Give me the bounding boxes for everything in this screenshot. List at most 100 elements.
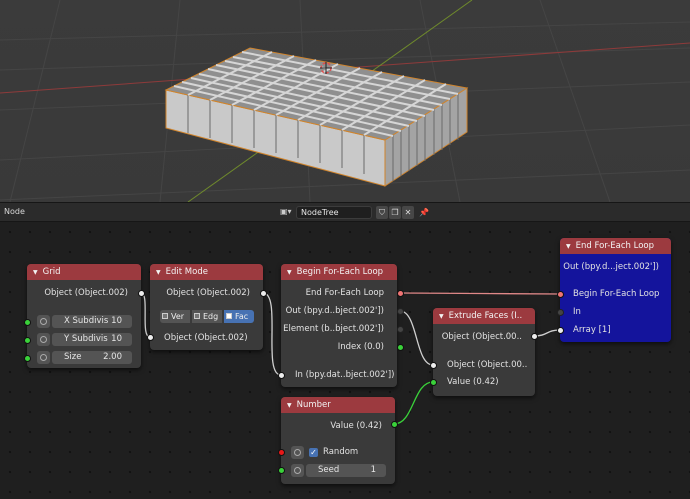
vertex-mode-icon xyxy=(162,313,168,319)
edge-mode-label: Edg xyxy=(203,312,219,321)
y-subdivisions-field[interactable]: Y Subdivis 10 xyxy=(52,333,132,346)
end-loop-array-input-socket[interactable] xyxy=(557,327,564,334)
begin-loop-input-label: In (bpy.dat..bject.002']) xyxy=(295,370,395,380)
grid-object-output-socket[interactable] xyxy=(138,290,145,297)
edit-mode-node-title: Edit Mode xyxy=(165,267,208,277)
grid-node[interactable]: ▼ Grid Object (Object.002) X Subdivis 10 Y… xyxy=(27,264,141,368)
link-begin-end-to-endloop xyxy=(399,292,561,295)
y-subdivisions-link-toggle[interactable] xyxy=(37,333,50,346)
duplicate-icon[interactable]: ❐ xyxy=(389,206,401,219)
extrude-value-input-label: Value (0.42) xyxy=(447,377,499,387)
end-loop-in-input-socket[interactable] xyxy=(557,309,564,316)
size-label: Size xyxy=(64,352,82,362)
end-loop-begin-input-socket[interactable] xyxy=(557,291,564,298)
edit-mode-node[interactable]: ▼ Edit Mode Object (Object.002) Ver Edg F… xyxy=(150,264,263,350)
extrude-object-input-label: Object (Object.00.. xyxy=(447,360,528,370)
begin-loop-node-header[interactable]: ▼ Begin For-Each Loop xyxy=(281,264,397,280)
size-link-toggle[interactable] xyxy=(37,351,50,364)
edit-mode-node-header[interactable]: ▼ Edit Mode xyxy=(150,264,263,280)
grid-y-subdivisions-socket[interactable] xyxy=(24,337,31,344)
node-tree-name-field[interactable]: NodeTree xyxy=(296,206,372,219)
edit-mode-output-label: Object (Object.002) xyxy=(166,288,250,298)
x-subdivisions-field[interactable]: X Subdivis 10 xyxy=(52,315,132,328)
end-loop-node-title: End For-Each Loop xyxy=(575,241,655,251)
begin-loop-node-title: Begin For-Each Loop xyxy=(296,267,384,277)
begin-loop-index-label: Index (0.0) xyxy=(337,342,384,352)
size-value: 2.00 xyxy=(103,352,122,362)
extrude-output-label: Object (Object.00.. xyxy=(441,332,522,342)
number-node-header[interactable]: ▼ Number xyxy=(281,397,395,413)
seed-value: 1 xyxy=(370,465,376,475)
collapse-arrow-icon[interactable]: ▼ xyxy=(156,269,161,276)
collapse-arrow-icon[interactable]: ▼ xyxy=(33,269,38,276)
begin-loop-out-socket[interactable] xyxy=(397,308,404,315)
begin-loop-end-output-socket[interactable] xyxy=(397,290,404,297)
size-field[interactable]: Size 2.00 xyxy=(52,351,132,364)
edit-mode-object-output-socket[interactable] xyxy=(260,290,267,297)
begin-loop-index-socket[interactable] xyxy=(397,344,404,351)
collapse-arrow-icon[interactable]: ▼ xyxy=(287,269,292,276)
grid-output-label: Object (Object.002) xyxy=(44,288,128,298)
link-number-to-extrude xyxy=(393,381,434,425)
random-label: Random xyxy=(323,447,359,457)
extrude-node-title: Extrude Faces (I.. xyxy=(448,311,523,321)
random-checkbox[interactable]: ✓ xyxy=(309,448,318,457)
extrude-node-header[interactable]: ▼ Extrude Faces (I.. xyxy=(433,308,535,324)
extrude-faces-node[interactable]: ▼ Extrude Faces (I.. Object (Object.00.. … xyxy=(433,308,535,396)
viewport-scene xyxy=(0,0,690,202)
edit-mode-input-label: Object (Object.002) xyxy=(164,333,248,343)
number-node-title: Number xyxy=(296,400,331,410)
link-begin-out-to-extrude xyxy=(399,310,434,366)
collapse-arrow-icon[interactable]: ▼ xyxy=(439,313,444,320)
collapse-arrow-icon[interactable]: ▼ xyxy=(287,402,292,409)
face-mode-label: Fac xyxy=(235,312,249,321)
begin-loop-element-label: Element (b..bject.002']) xyxy=(283,324,384,334)
grid-size-socket[interactable] xyxy=(24,355,31,362)
face-mode-icon xyxy=(226,313,232,319)
vertex-mode-button[interactable]: Ver xyxy=(160,310,190,323)
begin-loop-element-socket[interactable] xyxy=(397,326,404,333)
number-value-output-socket[interactable] xyxy=(391,421,398,428)
extrude-object-output-socket[interactable] xyxy=(531,333,538,340)
random-link-toggle[interactable] xyxy=(291,446,304,459)
begin-loop-end-label: End For-Each Loop xyxy=(305,288,384,298)
3d-viewport[interactable] xyxy=(0,0,690,202)
number-node[interactable]: ▼ Number Value (0.42) ✓ Random Seed 1 xyxy=(281,397,395,484)
x-subdivisions-value: 10 xyxy=(111,316,122,326)
edge-mode-button[interactable]: Edg xyxy=(192,310,222,323)
edit-mode-object-input-socket[interactable] xyxy=(147,334,154,341)
x-subdivisions-link-toggle[interactable] xyxy=(37,315,50,328)
end-for-each-loop-node[interactable]: ▼ End For-Each Loop Out (bpy.d...ject.002… xyxy=(560,238,671,342)
number-output-label: Value (0.42) xyxy=(330,421,382,431)
y-subdivisions-label: Y Subdivis xyxy=(64,334,108,344)
face-mode-button[interactable]: Fac xyxy=(224,310,254,323)
fake-user-shield-icon[interactable]: ⛉ xyxy=(376,206,388,219)
begin-for-each-loop-node[interactable]: ▼ Begin For-Each Loop End For-Each Loop O… xyxy=(281,264,397,387)
unlink-x-icon[interactable]: ✕ xyxy=(402,206,414,219)
grid-node-title: Grid xyxy=(42,267,61,277)
node-canvas[interactable]: ▼ Grid Object (Object.002) X Subdivis 10 Y… xyxy=(0,222,690,499)
link-editmode-to-begin xyxy=(262,292,282,376)
y-subdivisions-value: 10 xyxy=(111,334,122,344)
vertex-mode-label: Ver xyxy=(171,312,185,321)
editor-type-label: Node xyxy=(4,207,25,216)
end-loop-node-header[interactable]: ▼ End For-Each Loop xyxy=(560,238,671,254)
extrude-object-input-socket[interactable] xyxy=(430,362,437,369)
number-random-socket[interactable] xyxy=(278,449,285,456)
extrude-value-input-socket[interactable] xyxy=(430,379,437,386)
end-loop-output-label: Out (bpy.d...ject.002']) xyxy=(563,262,659,272)
seed-field[interactable]: Seed 1 xyxy=(306,464,386,477)
edge-mode-icon xyxy=(194,313,200,319)
grid-x-subdivisions-socket[interactable] xyxy=(24,319,31,326)
begin-loop-out-label: Out (bpy.d..bject.002']) xyxy=(285,306,384,316)
begin-loop-input-socket[interactable] xyxy=(278,372,285,379)
node-tree-icon[interactable]: ▣▾ xyxy=(280,207,292,218)
node-editor-header: Node ▣▾ NodeTree ⛉ ❐ ✕ 📌 xyxy=(0,202,690,222)
number-seed-socket[interactable] xyxy=(278,467,285,474)
pin-icon[interactable]: 📌 xyxy=(418,206,430,219)
grid-node-header[interactable]: ▼ Grid xyxy=(27,264,141,280)
seed-link-toggle[interactable] xyxy=(291,464,304,477)
collapse-arrow-icon[interactable]: ▼ xyxy=(566,243,571,250)
x-subdivisions-label: X Subdivis xyxy=(64,316,109,326)
end-loop-array-input-label: Array [1] xyxy=(573,325,611,335)
